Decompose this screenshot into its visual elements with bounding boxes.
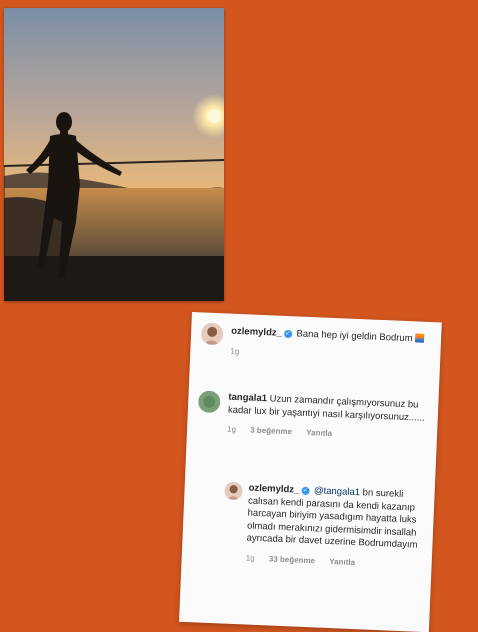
caption-text: Bana hep iyi geldin Bodrum bbox=[296, 328, 413, 345]
instagram-comment-card: ozlemyldz_ ✓ Bana hep iyi geldin Bodrum 1… bbox=[179, 312, 442, 632]
verified-badge-icon: ✓ bbox=[301, 486, 310, 496]
verified-badge-icon: ✓ bbox=[283, 329, 293, 339]
reply-time: 1g bbox=[245, 552, 255, 563]
comment-likes[interactable]: 3 beğenme bbox=[250, 426, 292, 437]
comment-time: 1g bbox=[226, 424, 237, 434]
reply-mention[interactable]: @tangala1 bbox=[314, 485, 361, 498]
comment-username[interactable]: tangala1 bbox=[228, 392, 267, 405]
user-avatar[interactable] bbox=[224, 481, 243, 501]
user-avatar[interactable] bbox=[197, 390, 221, 414]
sunset-photo bbox=[4, 8, 224, 301]
caption: ozlemyldz_ ✓ Bana hep iyi geldin Bodrum 1… bbox=[230, 326, 431, 364]
reply: ozlemyldz_ ✓ @tangala1 bn surekli calısan… bbox=[246, 483, 421, 570]
sunset-photo-image bbox=[4, 8, 224, 301]
caption-time: 1g bbox=[230, 346, 240, 356]
comment: tangala1 Uzun zamandır çalışmıyorsunuz b… bbox=[227, 392, 429, 442]
user-avatar[interactable] bbox=[200, 322, 224, 346]
reply-button[interactable]: Yanıtla bbox=[329, 556, 355, 566]
reply-button[interactable]: Yanıtla bbox=[306, 428, 332, 438]
reply-likes[interactable]: 33 beğenme bbox=[269, 554, 316, 565]
reply-username[interactable]: ozlemyldz_ bbox=[248, 483, 299, 496]
sunset-emoji-icon bbox=[415, 333, 425, 343]
caption-username[interactable]: ozlemyldz_ bbox=[231, 326, 282, 339]
